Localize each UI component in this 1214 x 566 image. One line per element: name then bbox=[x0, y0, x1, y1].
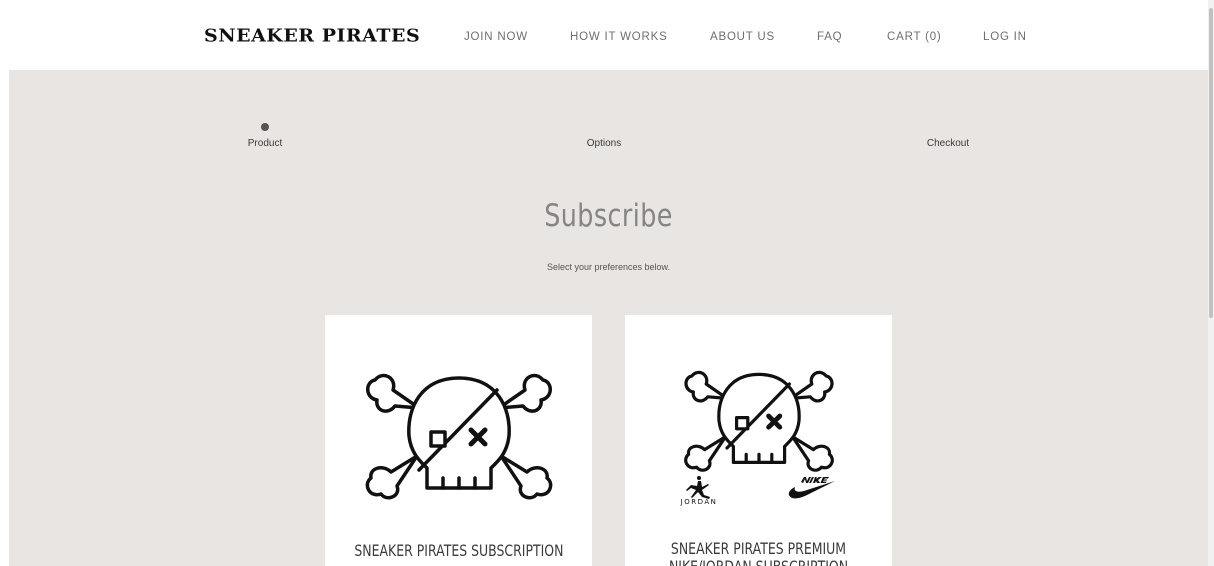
product-card-premium[interactable]: JORDAN SNEAKER PIRATES PREMIUM NIKE/JORD… bbox=[625, 315, 892, 566]
product-card-standard[interactable]: SNEAKER PIRATES SUBSCRIPTION bbox=[325, 315, 592, 566]
skull-crossbones-icon bbox=[684, 370, 834, 472]
site-logo[interactable]: SNEAKER PIRATES bbox=[204, 26, 420, 47]
scrollbar-thumb[interactable] bbox=[1209, 8, 1213, 318]
subscribe-section: Product Options Checkout Subscribe Selec… bbox=[9, 70, 1208, 566]
skull-crossbones-icon bbox=[365, 373, 553, 500]
nav-log-in[interactable]: LOG IN bbox=[983, 31, 1027, 43]
site-header: SNEAKER PIRATES JOIN NOW HOW IT WORKS AB… bbox=[0, 0, 1208, 70]
page-subtitle: Select your preferences below. bbox=[546, 262, 671, 272]
card-title-line2: NIKE/JORDAN SUBSCRIPTION bbox=[654, 557, 862, 566]
page-scrollbar[interactable] bbox=[1208, 0, 1214, 566]
nav-about-us[interactable]: ABOUT US bbox=[710, 31, 775, 43]
card-title-line1: SNEAKER PIRATES SUBSCRIPTION bbox=[354, 541, 564, 560]
nav-how-it-works[interactable]: HOW IT WORKS bbox=[570, 31, 668, 43]
step-product: Product bbox=[247, 138, 283, 149]
nav-join-now[interactable]: JOIN NOW bbox=[464, 31, 528, 43]
card-title-line1: SNEAKER PIRATES PREMIUM bbox=[670, 539, 847, 558]
step-checkout: Checkout bbox=[926, 138, 970, 149]
page-title: Subscribe bbox=[544, 198, 673, 234]
step-options: Options bbox=[586, 138, 622, 149]
jordan-wordmark: JORDAN bbox=[680, 498, 718, 506]
nike-logo-icon bbox=[788, 477, 835, 499]
nav-faq[interactable]: FAQ bbox=[817, 31, 842, 43]
page: SNEAKER PIRATES JOIN NOW HOW IT WORKS AB… bbox=[0, 0, 1214, 566]
step-active-dot bbox=[261, 123, 269, 131]
nav-cart[interactable]: CART (0) bbox=[887, 31, 942, 43]
